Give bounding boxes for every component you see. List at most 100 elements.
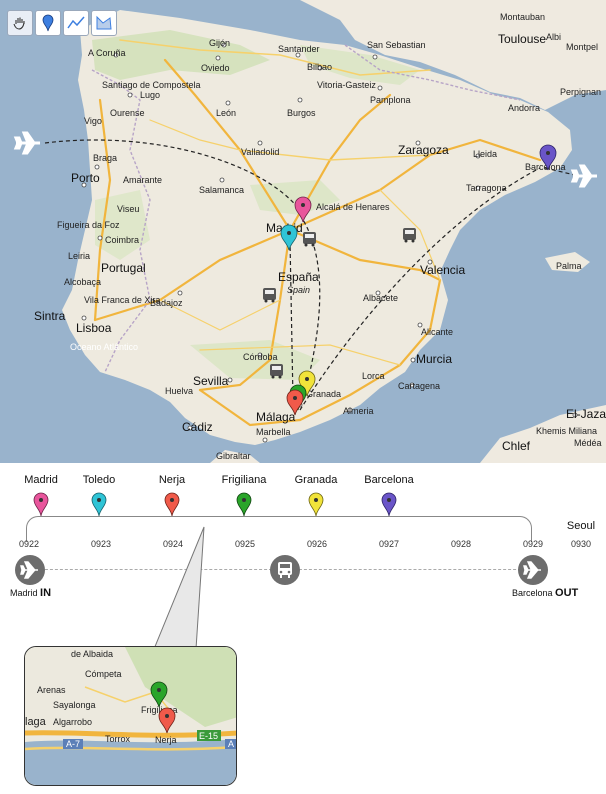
- shape-tool-button[interactable]: [91, 10, 117, 36]
- label-sintra: Sintra: [34, 309, 66, 323]
- hand-icon: [13, 17, 25, 30]
- city-label-madrid: Madrid: [24, 474, 58, 486]
- airplane-icon: [523, 561, 541, 579]
- label-coimbra: Coimbra: [105, 235, 139, 245]
- label-ourense: Ourense: [110, 108, 145, 118]
- label-vigo: Vigo: [84, 116, 102, 126]
- map-pin-icon[interactable]: [33, 491, 49, 517]
- city-label-toledo: Toledo: [82, 474, 116, 486]
- marker-tool-icon: [42, 14, 54, 32]
- label-lorca: Lorca: [362, 371, 385, 381]
- label-oceano: Oceano Atlântico: [70, 342, 138, 352]
- label-porto: Porto: [71, 171, 100, 185]
- label-spain: Spain: [287, 285, 310, 295]
- label-leiria: Leiria: [68, 251, 90, 261]
- label-lleida: Lleida: [473, 149, 497, 159]
- label-medea: Médéa: [574, 438, 602, 448]
- date-label: 0928: [450, 539, 472, 549]
- label-santander: Santander: [278, 44, 320, 54]
- nerja-inset-map[interactable]: de Albaida Cómpeta Arenas Sayalonga laga…: [24, 646, 237, 786]
- label-khemis: Khemis Miliana: [536, 426, 597, 436]
- label-sevilla: Sevilla: [193, 374, 229, 388]
- label-alcobaca: Alcobaça: [64, 277, 101, 287]
- map-view[interactable]: A Coruña Gijón Oviedo Santander Bilbao S…: [0, 0, 606, 463]
- label-amarante: Amarante: [123, 175, 162, 185]
- arrival-city: Madrid: [10, 588, 38, 598]
- inset-label-e15: E-15: [199, 731, 218, 741]
- inset-label-nerja: Nerja: [155, 735, 177, 745]
- label-gijon: Gijón: [209, 38, 230, 48]
- label-san-sebastian: San Sebastian: [367, 40, 426, 50]
- departure-flight-button[interactable]: [518, 555, 548, 585]
- label-andorra: Andorra: [508, 103, 540, 113]
- label-viseu: Viseu: [117, 204, 139, 214]
- label-perpignan: Perpignan: [560, 87, 601, 97]
- map-pin-icon[interactable]: [308, 491, 324, 517]
- label-burgos: Burgos: [287, 108, 316, 118]
- label-palma: Palma: [556, 261, 582, 271]
- date-label: 0925: [234, 539, 256, 549]
- city-label-granada: Granada: [294, 474, 338, 486]
- departure-tag: OUT: [555, 587, 579, 599]
- label-tarragona: Tarragona: [466, 183, 507, 193]
- city-label-frigiliana: Frigiliana: [221, 474, 267, 486]
- label-murcia: Murcia: [416, 352, 452, 366]
- label-el-jazair: El-Jazaïr: [566, 407, 606, 421]
- map-pin-icon[interactable]: [236, 491, 252, 517]
- label-marbella: Marbella: [256, 427, 291, 437]
- hand-tool-button[interactable]: [7, 10, 33, 36]
- airplane-icon: [20, 561, 38, 579]
- label-portugal: Portugal: [101, 261, 146, 275]
- label-cordoba: Córdoba: [243, 352, 278, 362]
- date-label: 0923: [90, 539, 112, 549]
- label-granada: Granada: [306, 389, 341, 399]
- label-santiago: Santiago de Compostela: [102, 80, 201, 90]
- label-cadiz: Cádiz: [182, 420, 213, 434]
- label-braga: Braga: [93, 153, 117, 163]
- seoul-label: Seoul: [566, 520, 596, 532]
- map-toolbar: [7, 10, 117, 36]
- city-label-barcelona: Barcelona: [364, 474, 414, 486]
- label-cartagena: Cartagena: [398, 381, 440, 391]
- arrival-tag: IN: [40, 587, 52, 599]
- label-montauban: Montauban: [500, 12, 545, 22]
- itinerary-timeline: Madrid Toledo Nerja Frigiliana Granada B…: [0, 463, 606, 794]
- label-chlef: Chlef: [502, 439, 531, 453]
- label-valencia: Valencia: [420, 263, 465, 277]
- label-lisboa: Lisboa: [76, 321, 112, 335]
- label-albi: Albi: [546, 32, 561, 42]
- label-la-coruna: A Coruña: [88, 48, 126, 58]
- inset-sea: [25, 739, 236, 785]
- map-pin-icon[interactable]: [381, 491, 397, 517]
- inset-label-a7: A-7: [66, 739, 80, 749]
- label-montpellier: Montpel: [566, 42, 598, 52]
- inset-label-sayalonga: Sayalonga: [53, 700, 96, 710]
- inset-label-laga: laga: [25, 716, 47, 728]
- callout-pointer: [153, 526, 205, 650]
- label-bilbao: Bilbao: [307, 62, 332, 72]
- map-pin-icon[interactable]: [91, 491, 107, 517]
- marker-tool-button[interactable]: [35, 10, 61, 36]
- label-salamanca: Salamanca: [199, 185, 244, 195]
- label-pamplona: Pamplona: [370, 95, 411, 105]
- inset-label-algarrobo: Algarrobo: [53, 717, 92, 727]
- label-figueira: Figueira da Foz: [57, 220, 120, 230]
- line-tool-icon: [67, 16, 85, 29]
- bus-transfer-button[interactable]: [270, 555, 300, 585]
- date-label: 0930: [570, 539, 592, 549]
- label-badajoz: Badajoz: [150, 298, 183, 308]
- label-valladolid: Valladolid: [241, 147, 279, 157]
- label-lugo: Lugo: [140, 90, 160, 100]
- label-almeria: Almeria: [343, 406, 374, 416]
- label-alicante: Alicante: [421, 327, 453, 337]
- line-tool-button[interactable]: [63, 10, 89, 36]
- departure-city: Barcelona: [512, 588, 553, 598]
- arrival-flight-button[interactable]: [15, 555, 45, 585]
- label-vila-franca: Vila Franca de Xira: [84, 295, 160, 305]
- date-label: 0922: [18, 539, 40, 549]
- inset-label-albaida: de Albaida: [71, 649, 113, 659]
- date-label: 0929: [522, 539, 544, 549]
- map-pin-icon[interactable]: [164, 491, 180, 517]
- label-zaragoza: Zaragoza: [398, 143, 449, 157]
- label-malaga: Málaga: [256, 410, 296, 424]
